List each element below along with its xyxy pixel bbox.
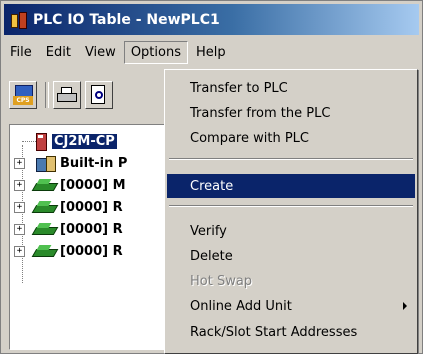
print-preview-button[interactable] (85, 81, 113, 109)
submenu-arrow-icon (403, 302, 407, 310)
unit-icon (31, 178, 59, 192)
menu-edit[interactable]: Edit (40, 42, 77, 63)
menu-item-transfer-to-plc[interactable]: Transfer to PLC (167, 76, 415, 100)
menu-item-hot-swap: Hot Swap (190, 273, 253, 289)
menu-bar: File Edit View Options Help (4, 37, 419, 67)
builtin-io-icon (36, 154, 56, 172)
menu-item-compare-with-plc[interactable]: Compare with PLC (167, 126, 415, 150)
tree-item-label: Built-in P (60, 155, 128, 171)
tree-item-label: [0000] M (60, 177, 126, 193)
toolbar-separator (45, 82, 49, 108)
print-icon (57, 87, 77, 103)
menu-options[interactable]: Options (123, 40, 188, 64)
app-icon (10, 11, 28, 29)
menu-item-verify[interactable]: Verify (167, 219, 415, 243)
title-bar[interactable]: PLC IO Table - NewPLC1 (4, 4, 419, 35)
menu-file[interactable]: File (4, 42, 38, 63)
window-title: PLC IO Table - NewPLC1 (33, 11, 220, 28)
menu-item-delete[interactable]: Delete (167, 244, 415, 268)
unit-icon (31, 200, 59, 214)
tree-item-cpu[interactable]: CJ2M-CP (14, 131, 117, 151)
toolbar: CPS (9, 79, 159, 111)
plc-io-table-window: PLC IO Table - NewPLC1 File Edit View Op… (0, 0, 423, 354)
tree-item-builtin[interactable]: + Built-in P (14, 153, 127, 173)
plc-cpu-icon (34, 132, 48, 151)
print-button[interactable] (53, 81, 81, 109)
unit-icon (31, 222, 59, 236)
tree-item-unit[interactable]: + [0000] R (14, 197, 123, 217)
cps-file-icon: CPS (13, 85, 33, 105)
io-tree-panel[interactable]: CJ2M-CP + Built-in P + [0000] M + [0000]… (9, 124, 169, 350)
menu-item-rack-slot-start-addresses[interactable]: Rack/Slot Start Addresses (167, 320, 415, 344)
tree-item-unit[interactable]: + [0000] R (14, 219, 123, 239)
tree-item-unit[interactable]: + [0000] M (14, 175, 126, 195)
tree-item-label: [0000] R (60, 243, 123, 259)
expand-icon[interactable]: + (14, 223, 25, 235)
menu-separator (169, 205, 413, 207)
cps-file-button[interactable]: CPS (9, 81, 37, 109)
menu-view[interactable]: View (79, 42, 122, 63)
expand-icon[interactable]: + (14, 157, 25, 169)
menu-help[interactable]: Help (190, 42, 232, 63)
menu-item-online-add-unit[interactable]: Online Add Unit (167, 294, 415, 318)
menu-item-label: Online Add Unit (190, 298, 292, 314)
unit-icon (31, 244, 59, 258)
tree-item-label: [0000] R (60, 199, 123, 215)
expand-icon[interactable]: + (14, 179, 25, 191)
menu-item-create[interactable]: Create (167, 174, 415, 198)
tree-item-label: [0000] R (60, 221, 123, 237)
options-menu-dropdown: Transfer to PLC Transfer from the PLC Co… (164, 69, 418, 354)
expand-icon[interactable]: + (14, 245, 25, 257)
tree-item-label: CJ2M-CP (52, 133, 117, 149)
expand-icon[interactable]: + (14, 201, 25, 213)
print-preview-icon (90, 85, 108, 105)
menu-item-transfer-from-plc[interactable]: Transfer from the PLC (167, 101, 415, 125)
tree-item-unit[interactable]: + [0000] R (14, 241, 123, 261)
menu-separator (169, 158, 413, 160)
